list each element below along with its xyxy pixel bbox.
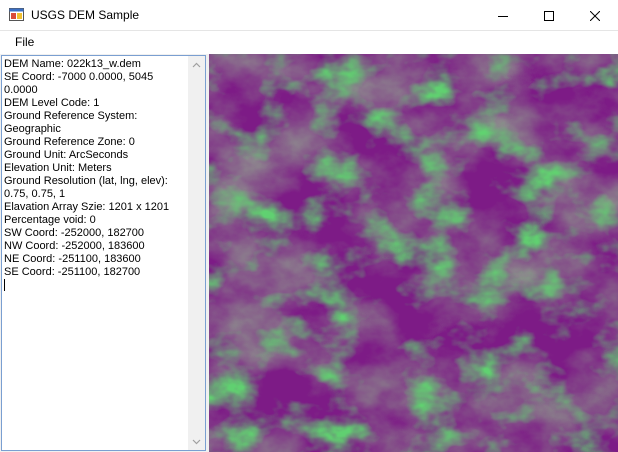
info-line: Elavation Array Szie: 1201 x 1201: [4, 201, 170, 213]
close-icon: [590, 10, 600, 21]
dem-info-textbox[interactable]: DEM Name: 022k13_w.dem SE Coord: -7000 0…: [1, 55, 206, 451]
info-line: SW Coord: -252000, 182700: [4, 227, 145, 239]
close-button[interactable]: [572, 0, 618, 31]
info-line: NW Coord: -252000, 183600: [4, 240, 145, 252]
app-window-icon: [9, 8, 24, 21]
scroll-down-button[interactable]: [188, 433, 205, 450]
scroll-up-button[interactable]: [188, 56, 205, 73]
maximize-icon: [544, 10, 554, 21]
info-line: Ground Unit: ArcSeconds: [4, 149, 129, 161]
title-bar[interactable]: USGS DEM Sample: [0, 0, 618, 31]
info-line: SE Coord: -7000 0.0000, 5045 0.0000: [4, 71, 154, 96]
dem-info-text: DEM Name: 022k13_w.dem SE Coord: -7000 0…: [4, 58, 188, 448]
window-title: USGS DEM Sample: [31, 8, 140, 22]
info-line: Elevation Unit: Meters: [4, 162, 112, 174]
info-line: DEM Level Code: 1: [4, 97, 100, 109]
info-line: Ground Reference Zone: 0: [4, 136, 135, 148]
elevation-map: [209, 54, 618, 452]
info-line: Ground Reference System: Geographic: [4, 110, 138, 135]
chevron-down-icon: [192, 439, 201, 444]
text-caret: [4, 279, 5, 292]
vertical-scrollbar[interactable]: [188, 56, 205, 450]
menu-bar: File: [0, 31, 618, 54]
info-line: DEM Name: 022k13_w.dem: [4, 58, 141, 70]
dem-elevation-image[interactable]: [209, 54, 618, 452]
info-line: SE Coord: -251100, 182700: [4, 266, 141, 278]
chevron-up-icon: [192, 62, 201, 67]
info-line: Percentage void: 0: [4, 214, 96, 226]
minimize-button[interactable]: [480, 0, 526, 31]
minimize-icon: [498, 15, 508, 17]
menu-file[interactable]: File: [8, 34, 41, 51]
high-elevation-layer: [209, 54, 618, 452]
maximize-button[interactable]: [526, 0, 572, 31]
info-line: NE Coord: -251100, 183600: [4, 253, 141, 265]
info-line: Ground Resolution (lat, lng, elev): 0.75…: [4, 175, 168, 200]
